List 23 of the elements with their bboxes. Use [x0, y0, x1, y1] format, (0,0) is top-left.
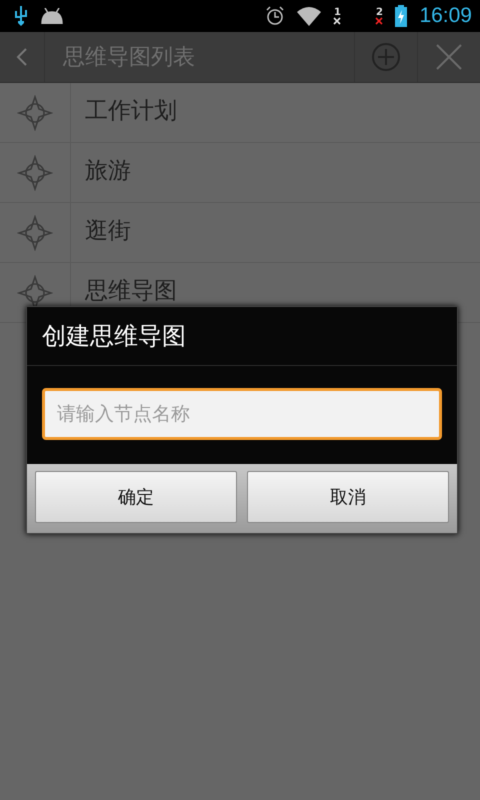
- list-item[interactable]: 逛街: [71, 199, 131, 262]
- cross-icon: [333, 16, 342, 24]
- battery-icon: [395, 5, 408, 27]
- back-icon: [16, 47, 28, 67]
- add-icon: [371, 42, 401, 72]
- dialog-button[interactable]: 取消: [247, 471, 449, 523]
- cross-icon: [375, 16, 384, 24]
- list-item[interactable]: 工作计划: [71, 79, 177, 142]
- wifi-icon: [297, 6, 322, 26]
- dialog-button[interactable]: 确定: [35, 471, 237, 523]
- clock-time: 16:09: [419, 4, 472, 28]
- input-field[interactable]: 请输入节点名称: [42, 388, 442, 440]
- close-icon: [436, 44, 462, 70]
- dialog-title: 创建思维导图: [27, 307, 457, 366]
- compass-icon: [17, 214, 53, 250]
- list-item[interactable]: 旅游: [71, 139, 131, 202]
- compass-icon: [17, 94, 53, 130]
- android-icon: [40, 8, 64, 24]
- sim-number: 1: [334, 8, 341, 16]
- compass-icon: [17, 154, 53, 190]
- sim-number: 2: [376, 8, 383, 16]
- alarm-icon: [265, 6, 286, 26]
- usb-icon: [14, 6, 28, 26]
